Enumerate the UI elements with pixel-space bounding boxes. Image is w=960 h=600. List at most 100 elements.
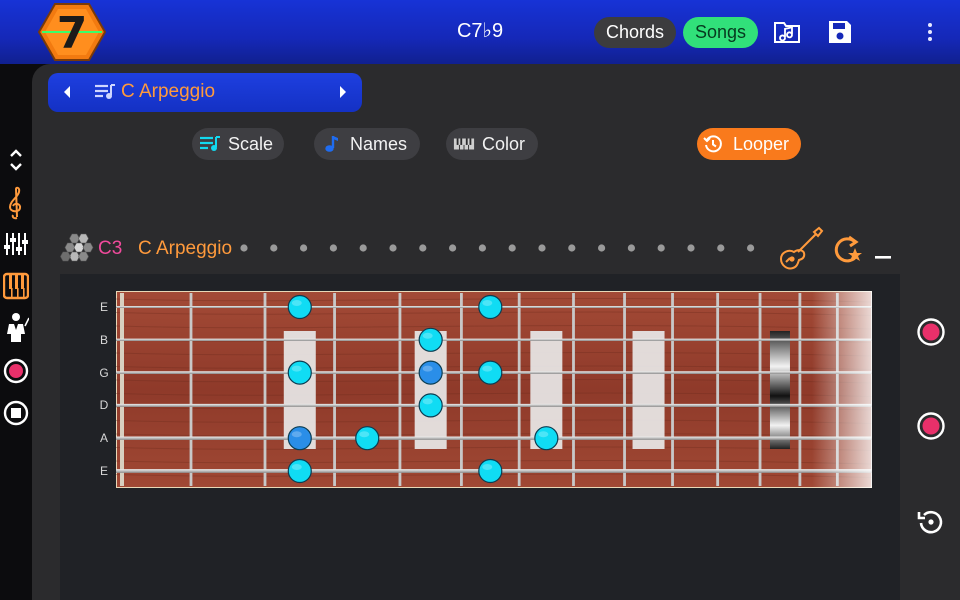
playlist-icon xyxy=(95,84,115,99)
piano-keys-icon[interactable] xyxy=(3,272,29,300)
scale-button[interactable]: Scale xyxy=(192,128,284,160)
page-dot xyxy=(419,244,427,252)
page-dot xyxy=(657,244,665,252)
page-dot xyxy=(478,244,486,252)
page-dot xyxy=(240,244,248,252)
fret-wire xyxy=(671,293,674,486)
fret-wire xyxy=(798,293,802,486)
guitar-icon[interactable] xyxy=(776,226,824,274)
hexagon-grid-icon[interactable] xyxy=(60,232,94,264)
treble-clef-icon[interactable] xyxy=(3,186,29,220)
more-options-icon[interactable] xyxy=(922,20,938,44)
note-highlight xyxy=(482,464,493,470)
note-highlight xyxy=(482,365,493,372)
names-button[interactable]: Names xyxy=(314,128,420,160)
music-note-icon xyxy=(325,136,338,152)
guitar-string xyxy=(116,436,872,440)
record-icon[interactable] xyxy=(916,317,946,347)
names-button-label: Names xyxy=(350,134,408,154)
page-dot xyxy=(359,244,367,252)
note-highlight xyxy=(291,300,302,306)
note-marker[interactable] xyxy=(418,327,443,352)
keyboard-icon xyxy=(453,138,475,150)
note-marker[interactable] xyxy=(478,360,503,385)
note-highlight xyxy=(359,431,370,438)
note-marker[interactable] xyxy=(287,458,312,484)
fret-inlay-double xyxy=(769,331,790,449)
music-folder-icon[interactable] xyxy=(773,18,801,46)
string-label: G xyxy=(99,365,109,380)
fretboard-wood xyxy=(116,291,872,488)
page-dot xyxy=(300,244,308,252)
fretboard[interactable] xyxy=(116,291,872,488)
fret-wire xyxy=(263,293,267,486)
history-icon xyxy=(703,135,722,153)
minimize-icon[interactable] xyxy=(874,254,892,260)
note-marker[interactable] xyxy=(478,458,503,484)
note-marker[interactable] xyxy=(287,360,312,385)
page-dot xyxy=(687,244,695,252)
note-marker[interactable] xyxy=(478,294,503,320)
record-icon[interactable] xyxy=(916,411,946,441)
arpeggio-selector[interactable]: C Arpeggio xyxy=(48,73,362,112)
color-button-label: Color xyxy=(482,134,526,154)
page-dot xyxy=(270,244,278,252)
root-note-marker[interactable] xyxy=(418,360,443,385)
looper-button[interactable]: Looper xyxy=(697,128,801,160)
string-label: E xyxy=(99,464,108,478)
fret-wire xyxy=(517,293,521,486)
fret-wire xyxy=(333,293,336,486)
fret-inlay xyxy=(632,331,665,449)
string-label: A xyxy=(99,431,108,446)
conductor-icon[interactable] xyxy=(3,312,29,344)
page-dot xyxy=(747,244,755,252)
looper-button-label: Looper xyxy=(733,134,790,154)
songs-button[interactable]: Songs xyxy=(683,17,758,48)
note-highlight xyxy=(291,464,302,470)
replay-icon[interactable] xyxy=(916,507,946,537)
note-highlight xyxy=(422,365,433,372)
note-highlight xyxy=(291,365,302,372)
page-dot xyxy=(329,244,337,252)
root-note-marker[interactable] xyxy=(287,426,312,451)
string-label: D xyxy=(99,398,109,413)
save-icon[interactable] xyxy=(826,18,854,46)
root-note-label: C3 xyxy=(98,238,123,259)
chords-button[interactable]: Chords xyxy=(594,17,676,48)
page-dot xyxy=(627,244,635,252)
note-marker[interactable] xyxy=(534,426,559,451)
note-marker[interactable] xyxy=(287,294,312,320)
top-bar: 7 C7♭9 Chords Songs xyxy=(0,0,960,64)
stop-icon[interactable] xyxy=(3,399,29,427)
next-arrow-icon[interactable] xyxy=(338,85,348,99)
string-label: B xyxy=(99,332,108,347)
scale-button-label: Scale xyxy=(228,134,274,154)
refresh-star-icon[interactable] xyxy=(830,234,864,266)
fret-wire xyxy=(460,293,463,486)
fret-wire xyxy=(623,293,626,486)
note-highlight xyxy=(538,431,549,438)
page-dot xyxy=(598,244,606,252)
page-dot xyxy=(508,244,516,252)
previous-arrow-icon[interactable] xyxy=(62,85,72,99)
note-marker[interactable] xyxy=(418,393,443,418)
fret-wire xyxy=(189,293,193,486)
page-dot xyxy=(449,244,457,252)
record-icon[interactable] xyxy=(3,357,29,385)
note-marker[interactable] xyxy=(355,426,380,451)
page-dot xyxy=(389,244,397,252)
note-highlight xyxy=(422,398,433,405)
note-highlight xyxy=(291,431,302,438)
app-root: 7 C7♭9 Chords Songs C Arpeggio Scale Nam… xyxy=(0,0,960,600)
fret-wire xyxy=(758,293,762,486)
scale-name-label: C Arpeggio xyxy=(138,238,233,259)
color-button[interactable]: Color xyxy=(446,128,538,160)
page-dots-indicator[interactable] xyxy=(238,240,758,256)
up-down-arrows-icon[interactable] xyxy=(3,146,29,174)
page-dot xyxy=(568,244,576,252)
note-highlight xyxy=(482,300,493,306)
page-dot xyxy=(717,244,725,252)
mixer-sliders-icon[interactable] xyxy=(3,230,29,258)
page-dot xyxy=(538,244,546,252)
playlist-icon xyxy=(200,136,220,151)
